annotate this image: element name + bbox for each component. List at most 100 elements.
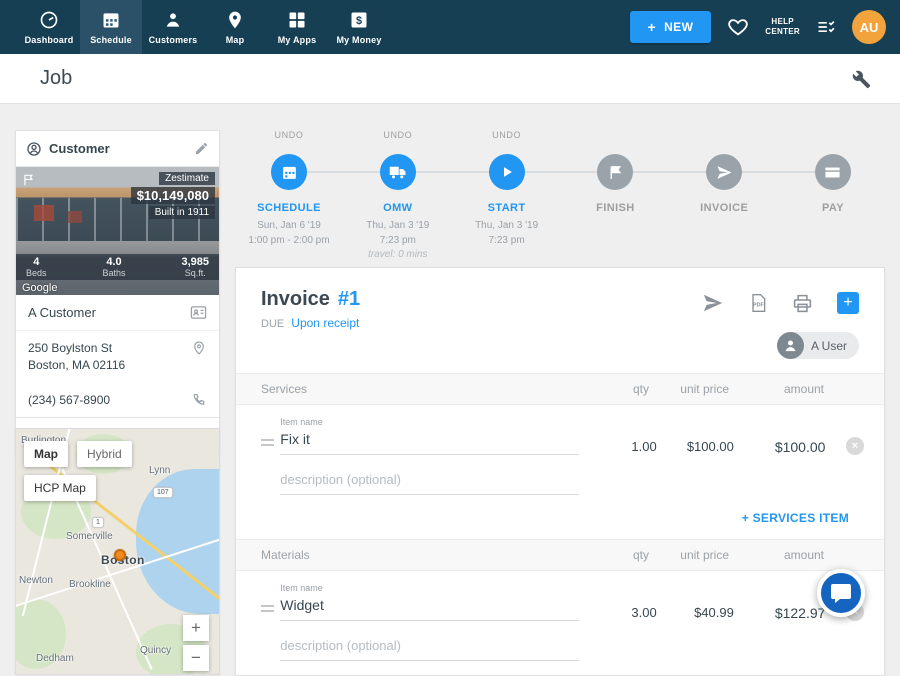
step-schedule: UNDO SCHEDULE Sun, Jan 6 '19 1:00 pm - 2… [237, 130, 341, 263]
contact-card-icon[interactable] [190, 304, 207, 321]
zoom-out-button[interactable]: − [183, 645, 209, 671]
photo-detail [34, 205, 54, 221]
flag-icon[interactable] [22, 173, 36, 187]
map-widget[interactable]: Burlington Lynn Somerville Boston Newton… [15, 428, 220, 675]
credit-card-step-icon[interactable] [815, 154, 851, 190]
undo-start-link[interactable]: UNDO [492, 130, 521, 148]
service-item-unit-price[interactable]: $100.00 [657, 439, 734, 454]
services-label: Services [261, 382, 579, 396]
undo-omw-link[interactable]: UNDO [383, 130, 412, 148]
assignee-row: A User [236, 330, 884, 373]
sqft-stat: 3,985 Sq.ft. [181, 256, 209, 278]
help-center-link[interactable]: HELP CENTER [765, 17, 800, 38]
customer-card-header: Customer [16, 131, 219, 167]
nav-item-schedule[interactable]: Schedule [80, 0, 142, 54]
baths-stat: 4.0 Baths [102, 256, 125, 278]
nav-item-customers[interactable]: Customers [142, 0, 204, 54]
due-row: DUE Upon receipt [261, 316, 859, 330]
nav-item-map[interactable]: Map [204, 0, 266, 54]
job-tools-icon[interactable] [850, 68, 872, 90]
job-bar: Job [0, 54, 900, 104]
send-icon[interactable] [702, 292, 724, 314]
print-icon[interactable] [792, 293, 813, 314]
add-invoice-item-button[interactable]: + [837, 292, 859, 314]
phone-icon[interactable] [191, 392, 207, 408]
edit-pencil-icon[interactable] [194, 141, 209, 156]
add-materials-item-link[interactable]: + MATERIALS ITEM [236, 661, 884, 676]
add-services-item-link[interactable]: + SERVICES ITEM [236, 495, 884, 539]
nav-right: + NEW HELP CENTER AU [630, 0, 900, 54]
step-label: SCHEDULE [257, 202, 321, 214]
material-item-qty[interactable]: 3.00 [589, 605, 657, 620]
pdf-icon[interactable]: PDF [748, 293, 768, 313]
map-label-dedham: Dedham [36, 653, 74, 664]
invoice-header: Invoice #1 DUE Upon receipt PDF + [236, 268, 884, 330]
due-value-link[interactable]: Upon receipt [291, 316, 359, 330]
help-line1: HELP [765, 17, 800, 27]
truck-step-icon[interactable] [380, 154, 416, 190]
invoice-number[interactable]: #1 [338, 288, 360, 311]
nav-label: Map [226, 35, 245, 45]
invoice-send-step-icon[interactable] [706, 154, 742, 190]
service-item-name-input[interactable] [280, 428, 579, 455]
zestimate-value: $10,149,080 [131, 187, 215, 204]
step-travel: travel: 0 mins [366, 248, 429, 263]
map-label-brookline: Brookline [69, 579, 111, 590]
nav-item-dashboard[interactable]: Dashboard [18, 0, 80, 54]
nav-item-my-apps[interactable]: My Apps [266, 0, 328, 54]
drag-handle-icon[interactable] [261, 605, 280, 612]
zoom-in-button[interactable]: + [183, 615, 209, 641]
service-item-qty[interactable]: 1.00 [589, 439, 657, 454]
item-fields: Item name [280, 583, 579, 661]
hcp-map-button[interactable]: HCP Map [24, 475, 96, 501]
baths-label: Baths [102, 268, 125, 278]
hybrid-view-button[interactable]: Hybrid [77, 441, 132, 467]
nav-label: My Money [336, 35, 381, 45]
checklist-icon[interactable] [816, 17, 836, 37]
map-view-button[interactable]: Map [24, 441, 68, 467]
property-stats: 4 Beds 4.0 Baths 3,985 Sq.ft. [16, 254, 219, 280]
job-location-marker[interactable] [114, 549, 126, 561]
user-avatar[interactable]: AU [852, 10, 886, 44]
assignee-name: A User [811, 339, 847, 353]
service-item-row: Item name 1.00 $100.00 $100.00 × [236, 405, 884, 495]
assignee-chip[interactable]: A User [777, 332, 859, 359]
step-detail: Thu, Jan 3 '19 7:23 pm travel: 0 mins [366, 219, 429, 263]
step-time: 7:23 pm [475, 234, 538, 249]
undo-schedule-link[interactable]: UNDO [275, 130, 304, 148]
svg-text:PDF: PDF [753, 302, 765, 308]
help-line2: CENTER [765, 27, 800, 37]
top-nav: Dashboard Schedule Customers Map My Apps… [0, 0, 900, 54]
customer-icon [26, 141, 42, 157]
step-invoice: INVOICE [672, 130, 776, 263]
schedule-icon [101, 10, 121, 30]
step-label: FINISH [596, 202, 634, 214]
finish-flag-step-icon[interactable] [597, 154, 633, 190]
remove-item-wrap: × [825, 437, 864, 455]
dashboard-icon [39, 10, 59, 30]
new-button[interactable]: + NEW [630, 11, 712, 43]
remove-item-icon[interactable]: × [846, 437, 864, 455]
invoice-title-text: Invoice [261, 288, 330, 311]
material-item-unit-price[interactable]: $40.99 [657, 605, 734, 620]
apps-grid-icon [287, 10, 307, 30]
material-item-amount: $122.97 [734, 605, 826, 621]
heart-icon[interactable] [727, 16, 749, 38]
amount-column-header: amount [729, 548, 824, 562]
step-date: Sun, Jan 6 '19 [248, 219, 329, 234]
material-item-name-input[interactable] [280, 594, 579, 621]
play-step-icon[interactable] [489, 154, 525, 190]
location-pin-icon[interactable] [191, 340, 207, 356]
money-icon: $ [349, 10, 369, 30]
material-item-description-input[interactable] [280, 635, 579, 661]
beds-stat: 4 Beds [26, 256, 47, 278]
plus-icon: + [648, 19, 657, 35]
map-pin-icon [225, 10, 245, 30]
google-watermark: Google [22, 282, 57, 294]
customer-card-title: Customer [49, 141, 110, 156]
schedule-step-icon[interactable] [271, 154, 307, 190]
chat-bubble-button[interactable] [817, 569, 865, 617]
service-item-description-input[interactable] [280, 469, 579, 495]
nav-item-my-money[interactable]: $ My Money [328, 0, 390, 54]
drag-handle-icon[interactable] [261, 439, 280, 446]
